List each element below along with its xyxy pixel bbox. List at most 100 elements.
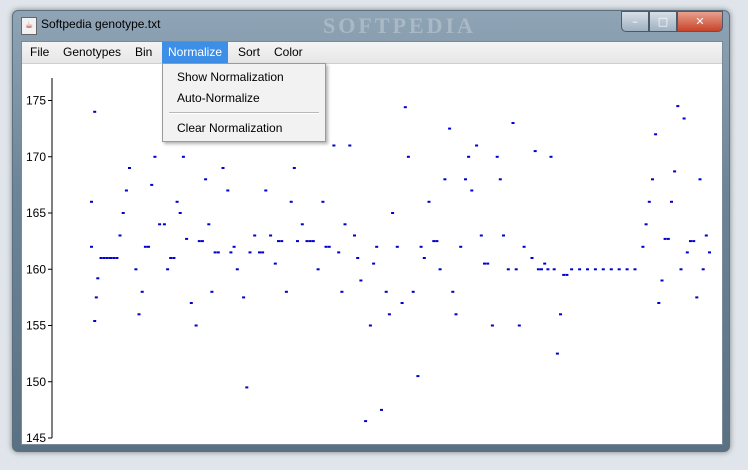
data-point <box>166 268 170 271</box>
data-point <box>140 290 144 293</box>
client-area: File Genotypes Bin Normalize Sort Color … <box>21 41 723 445</box>
data-point <box>549 155 553 158</box>
data-point <box>451 290 455 293</box>
data-point <box>102 257 106 259</box>
menu-bin[interactable]: Bin <box>129 42 158 63</box>
data-point <box>311 240 315 243</box>
data-point <box>112 257 116 259</box>
data-point <box>99 257 103 259</box>
title-bar[interactable]: ☕ Softpedia genotype.txt SOFTPEDIA – □ ✕ <box>13 11 729 41</box>
data-point <box>269 234 273 237</box>
data-point <box>264 189 268 192</box>
data-point <box>578 268 582 271</box>
menu-file[interactable]: File <box>24 42 55 63</box>
data-point <box>586 268 589 271</box>
menu-bar: File Genotypes Bin Normalize Sort Color <box>22 42 722 64</box>
data-point <box>443 178 447 181</box>
data-point <box>305 240 309 243</box>
data-point <box>169 257 173 259</box>
data-point <box>356 257 360 259</box>
data-point <box>375 245 379 248</box>
data-point <box>109 257 112 259</box>
data-point <box>316 268 320 271</box>
data-point <box>242 296 246 299</box>
data-point <box>432 240 436 243</box>
menuitem-show-normalization[interactable]: Show Normalization <box>163 67 325 87</box>
data-point <box>495 155 499 158</box>
data-point <box>692 240 696 243</box>
data-point <box>698 178 702 181</box>
data-point <box>514 268 518 271</box>
data-point <box>708 251 711 254</box>
data-point <box>380 408 383 411</box>
data-point <box>353 234 356 237</box>
data-point <box>94 296 98 299</box>
menu-genotypes[interactable]: Genotypes <box>57 42 127 63</box>
data-point <box>522 245 526 248</box>
data-point <box>395 245 399 248</box>
data-point <box>221 167 225 169</box>
data-point <box>555 352 559 355</box>
data-point <box>200 240 204 243</box>
data-point <box>204 178 208 181</box>
data-point <box>128 167 131 169</box>
data-point <box>530 257 534 259</box>
data-point <box>502 234 505 237</box>
data-point <box>210 290 214 293</box>
data-point <box>663 237 667 240</box>
data-point <box>207 223 211 226</box>
data-point <box>464 178 467 181</box>
y-tick-label: 175 <box>26 94 46 108</box>
data-point <box>308 240 312 243</box>
data-point <box>673 170 677 173</box>
y-tick-label: 150 <box>26 375 46 389</box>
data-point <box>400 302 404 304</box>
data-point <box>679 268 683 271</box>
data-point <box>172 257 176 259</box>
menu-normalize[interactable]: Normalize <box>162 42 229 63</box>
data-point <box>570 268 574 271</box>
data-point <box>115 257 119 259</box>
data-point <box>411 290 415 293</box>
y-tick-label: 155 <box>26 319 46 333</box>
data-point <box>475 144 479 147</box>
data-point <box>559 313 562 316</box>
data-point <box>226 189 230 192</box>
y-tick-label: 160 <box>26 262 46 276</box>
data-point <box>90 245 93 248</box>
data-point <box>277 240 280 243</box>
data-point <box>438 268 442 271</box>
app-window: ☕ Softpedia genotype.txt SOFTPEDIA – □ ✕… <box>12 10 730 452</box>
data-point <box>406 155 410 158</box>
data-point <box>292 167 296 169</box>
data-point <box>137 313 141 316</box>
minimize-icon: – <box>632 15 638 28</box>
data-point <box>134 268 138 271</box>
data-point <box>422 257 426 259</box>
data-point <box>248 251 252 254</box>
minimize-button[interactable]: – <box>621 11 649 32</box>
menuitem-clear-normalization[interactable]: Clear Normalization <box>163 118 325 138</box>
data-point <box>178 212 182 214</box>
menu-color[interactable]: Color <box>268 42 309 63</box>
data-point <box>150 183 154 186</box>
data-point <box>327 245 331 248</box>
data-point <box>368 324 372 327</box>
data-point <box>654 133 658 136</box>
data-point <box>419 245 423 248</box>
data-point <box>93 110 97 113</box>
java-app-icon[interactable]: ☕ <box>21 17 37 35</box>
menuitem-auto-normalize[interactable]: Auto-Normalize <box>163 88 325 108</box>
data-point <box>565 273 569 276</box>
data-point <box>641 245 645 248</box>
data-point <box>601 268 605 271</box>
data-point <box>185 237 189 240</box>
data-point <box>454 313 458 316</box>
data-point <box>143 245 147 248</box>
data-point <box>147 245 150 248</box>
data-point <box>232 245 236 248</box>
menu-sort[interactable]: Sort <box>232 42 266 63</box>
data-point <box>121 212 125 214</box>
maximize-button[interactable]: □ <box>649 11 677 32</box>
close-button[interactable]: ✕ <box>677 11 723 32</box>
